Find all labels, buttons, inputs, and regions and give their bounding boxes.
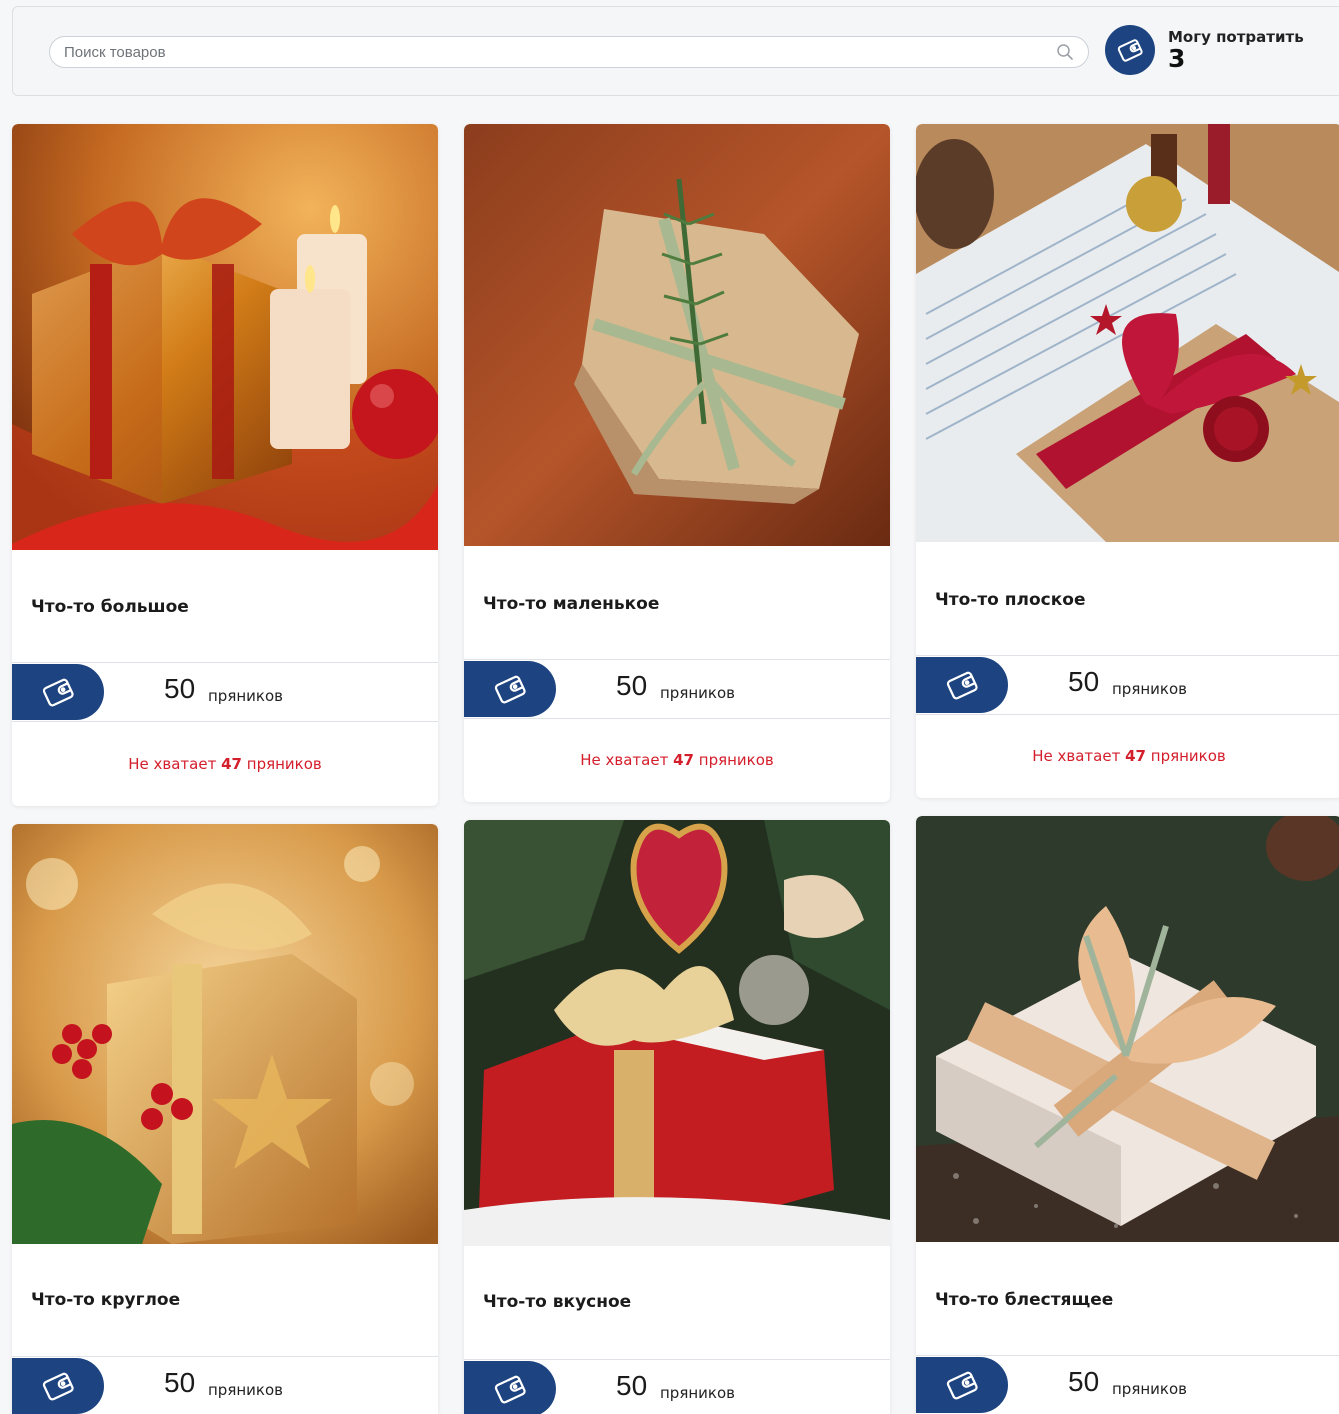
product-title: Что-то большое [31,597,189,617]
product-photo-big-gift[interactable] [12,124,438,550]
buy-button[interactable] [916,1357,1008,1413]
price-row: 50 пряников [464,659,890,719]
shortage-message: Не хватает 47 пряников [464,751,890,769]
header-bar: Могу потратить 3 [12,6,1339,96]
shortage-amount: 47 [673,751,694,769]
price-value: 50 [616,1370,648,1401]
product-title: Что-то вкусное [483,1292,632,1312]
price-value: 50 [1068,666,1100,697]
price-row: 50 пряников [916,655,1339,715]
shortage-message: Не хватает 47 пряников [12,755,438,773]
wallet-icon [946,1371,978,1400]
price-row: 50 пряников [12,662,438,722]
wallet-icon [946,671,978,700]
shortage-unit: пряников [698,751,774,769]
buy-button[interactable] [12,664,104,720]
balance-wallet-button[interactable] [1105,25,1155,75]
product-card[interactable]: Что-то круглое 50 пряников [12,824,438,1414]
wallet-icon [494,675,526,704]
shortage-prefix: Не хватает [1032,747,1121,765]
price-row: 50 пряников [12,1356,438,1414]
product-title: Что-то маленькое [483,594,660,614]
shortage-prefix: Не хватает [580,751,669,769]
price-unit: пряников [208,687,283,705]
wallet-icon [494,1375,526,1404]
buy-button[interactable] [12,1358,104,1414]
balance-value: 3 [1168,44,1186,73]
wallet-icon [42,1372,74,1401]
price-value: 50 [1068,1366,1100,1397]
price-unit: пряников [660,684,735,702]
search-icon[interactable] [1056,43,1074,61]
buy-button[interactable] [916,657,1008,713]
buy-button[interactable] [464,1361,556,1414]
product-title: Что-то плоское [935,590,1086,610]
product-photo-flat-gift[interactable] [916,124,1339,542]
shortage-unit: пряников [246,755,322,773]
price-row: 50 пряников [464,1359,890,1414]
product-photo-round-gift[interactable] [12,824,438,1244]
price-unit: пряников [660,1384,735,1402]
balance-label: Могу потратить [1168,28,1304,46]
price-value: 50 [164,1367,196,1398]
product-card[interactable]: Что-то блестящее 50 пряников [916,816,1339,1414]
product-title: Что-то круглое [31,1290,181,1310]
product-card[interactable]: Что-то маленькое 50 пряников Не хватает … [464,124,890,802]
shortage-amount: 47 [1125,747,1146,765]
product-photo-shiny-gift[interactable] [916,816,1339,1242]
buy-button[interactable] [464,661,556,717]
price-unit: пряников [1112,680,1187,698]
product-title: Что-то блестящее [935,1290,1114,1310]
product-card[interactable]: Что-то плоское 50 пряников Не хватает 47… [916,124,1339,798]
product-card[interactable]: Что-то большое 50 пряников Не хватает 47… [12,124,438,806]
price-value: 50 [616,670,648,701]
price-unit: пряников [1112,1380,1187,1398]
wallet-icon [42,678,74,707]
shortage-amount: 47 [221,755,242,773]
product-card[interactable]: Что-то вкусное 50 пряников [464,820,890,1414]
shortage-prefix: Не хватает [128,755,217,773]
product-photo-tasty-gift[interactable] [464,820,890,1246]
shortage-unit: пряников [1150,747,1226,765]
price-unit: пряников [208,1381,283,1399]
price-row: 50 пряников [916,1355,1339,1414]
shortage-message: Не хватает 47 пряников [916,747,1339,765]
search-input[interactable] [64,37,1024,67]
product-photo-small-gift[interactable] [464,124,890,546]
price-value: 50 [164,673,196,704]
wallet-icon [1117,39,1143,62]
search-box[interactable] [49,36,1089,68]
